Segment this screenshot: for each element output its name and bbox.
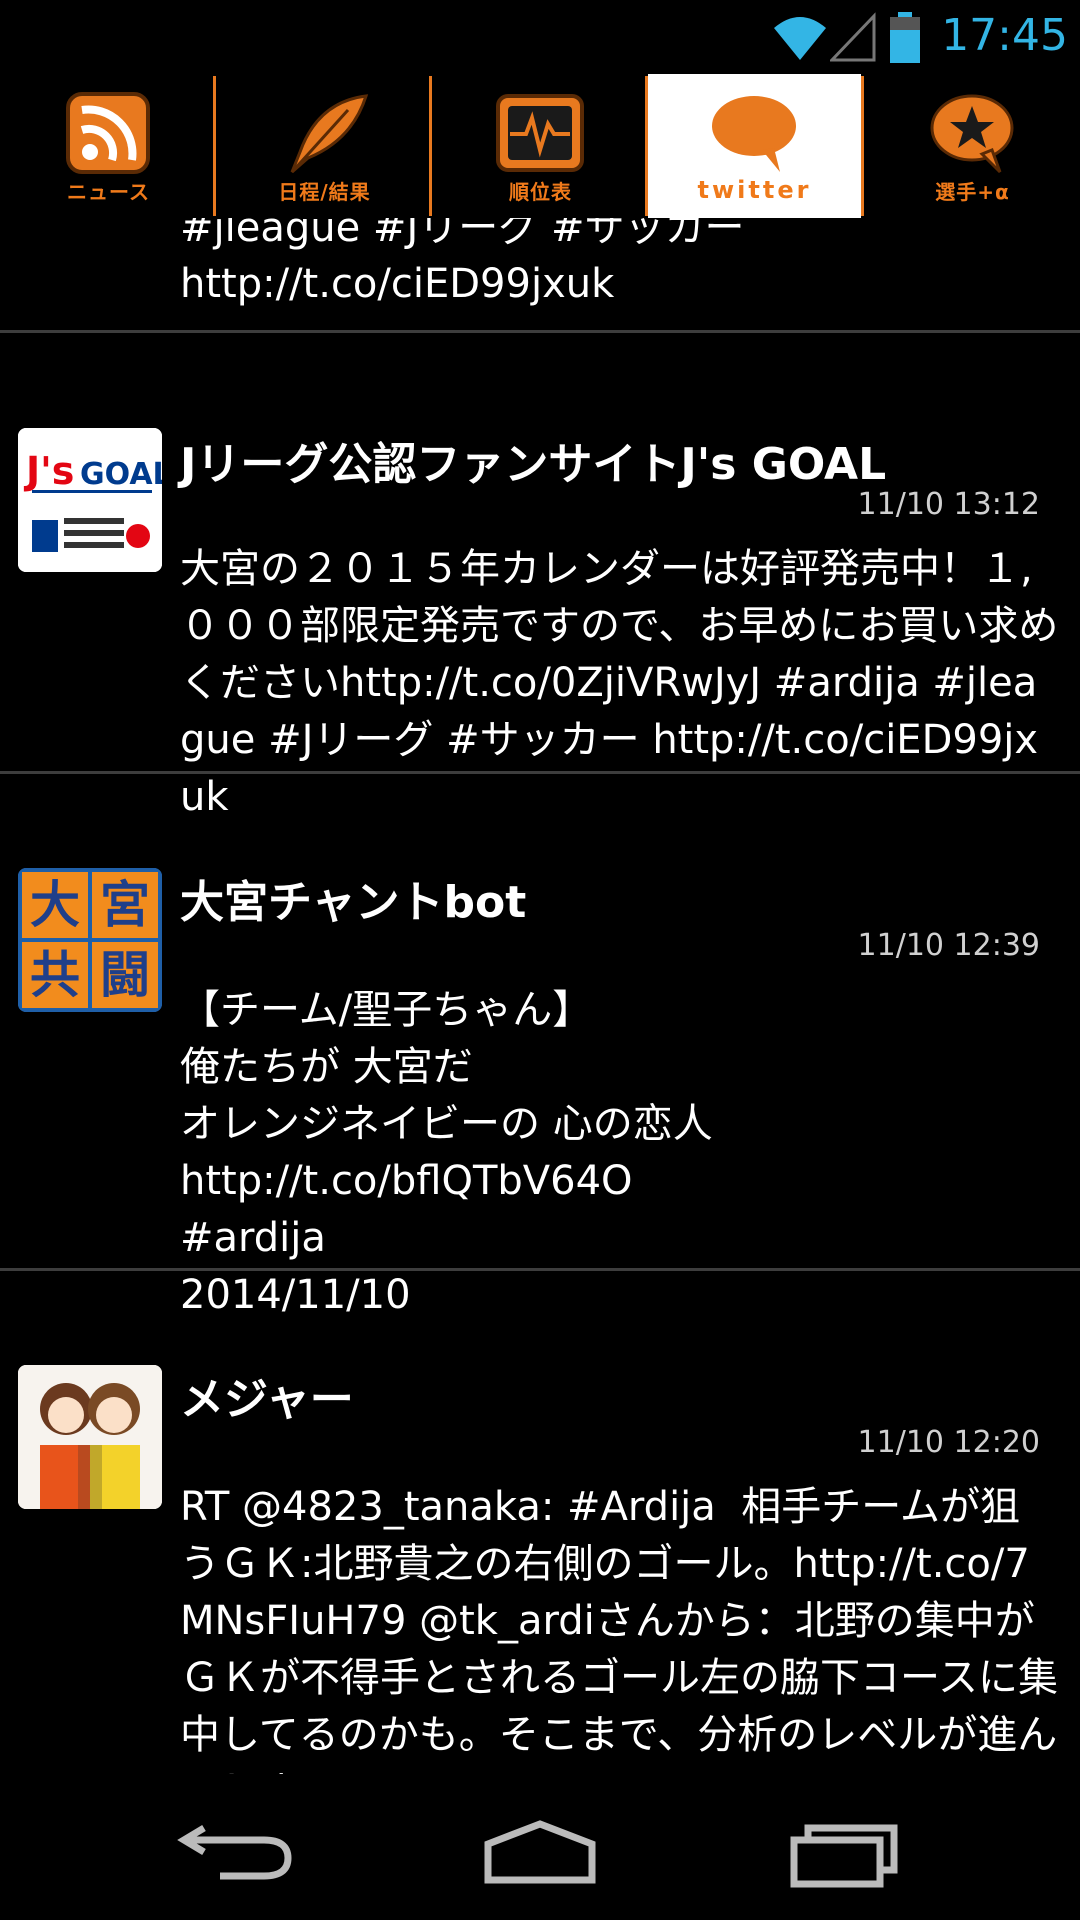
tab-divider bbox=[213, 76, 216, 216]
signal-icon bbox=[830, 12, 876, 62]
tweet-body[interactable]: RT @4823_tanaka: #Ardija 相手チームが狙うＧＫ:北野貴之… bbox=[180, 1479, 1060, 1774]
rss-icon bbox=[66, 92, 150, 174]
tweet-item[interactable]: J's GOAL Jリーグ公認ファンサイトJ's GOAL 11/10 13:1… bbox=[0, 333, 1080, 820]
battery-icon bbox=[890, 12, 920, 63]
jsgoal-logo-icon: J's GOAL bbox=[18, 428, 162, 572]
tab-label: 順位表 bbox=[509, 180, 572, 204]
tab-bar: ニュース 日程/結果 順位表 twitter 選手+α bbox=[0, 74, 1080, 218]
tweet-author-name: Jリーグ公認ファンサイトJ's GOAL bbox=[180, 439, 887, 490]
screen: 17:45 #jleague #Jリーグ #サッカー http://t.co/c… bbox=[0, 0, 1080, 1920]
tweet-timestamp: 11/10 13:12 bbox=[857, 487, 1040, 522]
tweet-timestamp: 11/10 12:39 bbox=[857, 928, 1040, 963]
tweet-author-name: メジャー bbox=[180, 1374, 354, 1425]
tab-label: twitter bbox=[697, 176, 812, 204]
back-icon[interactable] bbox=[160, 1800, 320, 1900]
tab-news[interactable]: ニュース bbox=[2, 74, 215, 218]
speech-bubble-icon bbox=[712, 96, 796, 172]
tweet-timestamp: 11/10 12:20 bbox=[857, 1425, 1040, 1460]
status-bar: 17:45 bbox=[0, 0, 1080, 74]
status-clock: 17:45 bbox=[941, 10, 1068, 61]
tweet-avatar[interactable]: 大 宮 共 闘 bbox=[18, 868, 162, 1012]
anime-girls-avatar-icon bbox=[18, 1365, 162, 1509]
tab-label: 日程/結果 bbox=[278, 180, 371, 204]
svg-text:J's: J's bbox=[23, 449, 74, 493]
avatar-char: 大 bbox=[30, 876, 80, 934]
tab-schedule[interactable]: 日程/結果 bbox=[218, 74, 431, 218]
pulse-monitor-icon bbox=[496, 94, 584, 172]
tab-twitter[interactable]: twitter bbox=[648, 74, 861, 218]
tweet-avatar[interactable] bbox=[18, 1365, 162, 1509]
wifi-icon bbox=[774, 17, 826, 60]
tab-divider bbox=[861, 76, 864, 216]
tab-divider bbox=[429, 76, 432, 216]
tweet-author-name: 大宮チャントbot bbox=[180, 877, 527, 928]
tab-standings[interactable]: 順位表 bbox=[434, 74, 647, 218]
tweet-feed[interactable]: #jleague #Jリーグ #サッカー http://t.co/ciED99j… bbox=[0, 74, 1080, 1774]
quill-icon bbox=[290, 94, 369, 174]
avatar-char: 闘 bbox=[100, 946, 150, 1004]
tweet-avatar[interactable]: J's GOAL bbox=[18, 428, 162, 572]
avatar-char: 共 bbox=[30, 946, 80, 1004]
avatar-char: 宮 bbox=[100, 876, 150, 934]
tweet-item[interactable]: 大 宮 共 闘 大宮チャントbot 11/10 12:39 【チーム/聖子ちゃん… bbox=[0, 774, 1080, 1318]
svg-text:GOAL: GOAL bbox=[80, 457, 162, 492]
tab-label: ニュース bbox=[67, 180, 150, 204]
tab-players[interactable]: 選手+α bbox=[866, 74, 1079, 218]
nav-bar bbox=[0, 1780, 1080, 1920]
star-bubble-icon bbox=[930, 94, 1014, 174]
home-icon[interactable] bbox=[460, 1800, 620, 1900]
tweet-item[interactable]: メジャー 11/10 12:20 RT @4823_tanaka: #Ardij… bbox=[0, 1271, 1080, 1774]
recent-apps-icon[interactable] bbox=[764, 1800, 924, 1900]
tab-label: 選手+α bbox=[935, 180, 1010, 204]
